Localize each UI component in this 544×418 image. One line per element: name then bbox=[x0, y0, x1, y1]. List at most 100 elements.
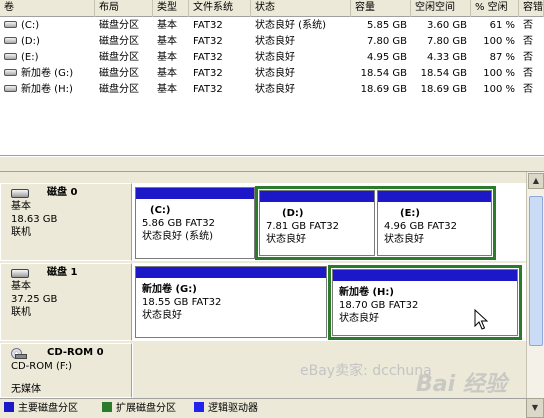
mouse-pointer-icon bbox=[474, 309, 488, 330]
primary-partition-bar bbox=[136, 188, 254, 199]
cell-capacity: 18.69 GB bbox=[360, 84, 407, 95]
disk-name: CD-ROM 0 bbox=[47, 347, 104, 358]
cell-name: 新加卷 (G:) bbox=[0, 65, 95, 82]
cell-free: 7.80 GB bbox=[426, 36, 467, 47]
table-row[interactable]: (E:) 磁盘分区 基本 FAT32 状态良好 4.95 GB 4.33 GB 87 % 否 bbox=[0, 49, 544, 66]
volume-name: (D:) bbox=[21, 36, 40, 47]
partition-size: 5.86 GB FAT32 bbox=[142, 218, 215, 229]
hard-disk-icon bbox=[11, 189, 29, 198]
partition-label: 新加卷 (H:) bbox=[339, 287, 394, 298]
cell-layout: 磁盘分区 bbox=[99, 68, 139, 79]
drive-icon bbox=[4, 52, 17, 60]
column-header-type[interactable]: 类型 bbox=[153, 0, 189, 17]
logical-drive-bar bbox=[333, 270, 517, 281]
table-row[interactable]: (D:) 磁盘分区 基本 FAT32 状态良好 7.80 GB 7.80 GB 100 % 否 bbox=[0, 33, 544, 50]
cd-rom-icon bbox=[11, 348, 27, 359]
partition-status: 状态良好 bbox=[339, 313, 379, 324]
cell-layout: 磁盘分区 bbox=[99, 52, 139, 63]
cell-status: 状态良好 bbox=[255, 36, 295, 47]
disk-row-0: 磁盘 0 基本 18.63 GB 联机 (C:) 5.86 GB FAT32 状… bbox=[0, 183, 526, 261]
cell-fault: 否 bbox=[523, 20, 533, 31]
partition-d[interactable]: (D:) 7.81 GB FAT32 状态良好 bbox=[259, 190, 375, 256]
cell-free: 18.54 GB bbox=[420, 68, 467, 79]
cell-fs: FAT32 bbox=[193, 52, 223, 63]
cell-fs: FAT32 bbox=[193, 84, 223, 95]
disk-size: 37.25 GB bbox=[11, 294, 58, 305]
ebay-watermark: eBay卖家: dcchuna bbox=[300, 363, 432, 379]
cell-status: 状态良好 bbox=[255, 68, 295, 79]
disk-info-1[interactable]: 磁盘 1 基本 37.25 GB 联机 bbox=[0, 263, 132, 341]
table-row[interactable]: (C:) 磁盘分区 基本 FAT32 状态良好 (系统) 5.85 GB 3.60 GB 61… bbox=[0, 17, 544, 34]
partition-size: 7.81 GB FAT32 bbox=[266, 221, 339, 232]
legend-swatch bbox=[4, 402, 14, 412]
column-header-fault-tolerance[interactable]: 容错 bbox=[519, 0, 544, 17]
legend-swatch bbox=[194, 402, 204, 412]
cdrom-drive-letter: (F:) bbox=[55, 361, 73, 372]
cell-type: 基本 bbox=[157, 36, 177, 47]
table-row[interactable]: 新加卷 (H:) 磁盘分区 基本 FAT32 状态良好 18.69 GB 18.69 GB 1… bbox=[0, 81, 544, 98]
partition-label: (C:) bbox=[150, 205, 171, 216]
volume-name: (E:) bbox=[21, 52, 39, 63]
pane-splitter[interactable] bbox=[0, 156, 544, 172]
partition-g[interactable]: 新加卷 (G:) 18.55 GB FAT32 状态良好 bbox=[135, 266, 327, 338]
partition-size: 18.70 GB FAT32 bbox=[339, 300, 419, 311]
cell-free: 3.60 GB bbox=[426, 20, 467, 31]
legend-label: 主要磁盘分区 bbox=[18, 403, 78, 414]
drive-icon bbox=[4, 84, 17, 92]
cell-fault: 否 bbox=[523, 68, 533, 79]
legend-extended-partition: 扩展磁盘分区 bbox=[102, 402, 176, 415]
partition-size: 18.55 GB FAT32 bbox=[142, 297, 222, 308]
scroll-down-icon[interactable]: ▼ bbox=[526, 398, 544, 418]
disk-name: 磁盘 0 bbox=[47, 187, 78, 198]
disk-type: 基本 bbox=[11, 281, 31, 292]
partition-status: 状态良好 bbox=[142, 310, 182, 321]
legend-label: 逻辑驱动器 bbox=[208, 403, 258, 414]
cell-layout: 磁盘分区 bbox=[99, 36, 139, 47]
cell-free: 18.69 GB bbox=[420, 84, 467, 95]
column-header-capacity[interactable]: 容量 bbox=[351, 0, 411, 17]
column-header-free-space[interactable]: 空闲空间 bbox=[411, 0, 471, 17]
disk-type: 基本 bbox=[11, 201, 31, 212]
disk-size: 18.63 GB bbox=[11, 214, 58, 225]
cell-type: 基本 bbox=[157, 68, 177, 79]
partition-e[interactable]: (E:) 4.96 GB FAT32 状态良好 bbox=[377, 190, 492, 256]
volume-list[interactable]: 卷 布局 类型 文件系统 状态 容量 空闲空间 % 空闲 容错 (C:) 磁盘分区… bbox=[0, 0, 544, 156]
cell-fs: FAT32 bbox=[193, 68, 223, 79]
column-header-percent-free[interactable]: % 空闲 bbox=[471, 0, 519, 17]
scrollbar-thumb[interactable] bbox=[529, 196, 543, 346]
column-header-status[interactable]: 状态 bbox=[251, 0, 351, 17]
column-header-filesystem[interactable]: 文件系统 bbox=[189, 0, 251, 17]
cell-status: 状态良好 bbox=[255, 84, 295, 95]
cell-pct: 87 % bbox=[489, 52, 515, 63]
disk-info-cdrom[interactable]: CD-ROM 0 CD-ROM (F:) 无媒体 bbox=[0, 343, 132, 398]
partition-c[interactable]: (C:) 5.86 GB FAT32 状态良好 (系统) bbox=[135, 187, 255, 259]
column-header-layout[interactable]: 布局 bbox=[95, 0, 153, 17]
cell-fault: 否 bbox=[523, 36, 533, 47]
partition-label: (E:) bbox=[400, 208, 420, 219]
logical-drive-bar bbox=[260, 191, 374, 202]
scroll-up-icon[interactable]: ▲ bbox=[528, 173, 544, 189]
partition-label: (D:) bbox=[282, 208, 304, 219]
disk-info-0[interactable]: 磁盘 0 基本 18.63 GB 联机 bbox=[0, 183, 132, 261]
partition-status: 状态良好 (系统) bbox=[142, 231, 213, 242]
disk-state: 联机 bbox=[11, 227, 31, 238]
cell-pct: 100 % bbox=[483, 84, 515, 95]
table-row[interactable]: 新加卷 (G:) 磁盘分区 基本 FAT32 状态良好 18.54 GB 18.54 GB 1… bbox=[0, 65, 544, 82]
legend-logical-drive: 逻辑驱动器 bbox=[194, 402, 258, 415]
logical-drive-bar bbox=[378, 191, 491, 202]
cell-name: (D:) bbox=[0, 33, 95, 50]
cell-capacity: 5.85 GB bbox=[366, 20, 407, 31]
cell-type: 基本 bbox=[157, 20, 177, 31]
disk-name: 磁盘 1 bbox=[47, 267, 78, 278]
column-header-volume[interactable]: 卷 bbox=[0, 0, 95, 17]
legend-primary-partition: 主要磁盘分区 bbox=[4, 402, 78, 415]
legend-label: 扩展磁盘分区 bbox=[116, 403, 176, 414]
partition-h[interactable]: 新加卷 (H:) 18.70 GB FAT32 状态良好 bbox=[332, 269, 518, 336]
volume-name: 新加卷 (H:) bbox=[21, 84, 73, 95]
partition-status: 状态良好 bbox=[384, 234, 424, 245]
vertical-scrollbar[interactable]: ▲ bbox=[526, 172, 544, 398]
cell-free: 4.33 GB bbox=[426, 52, 467, 63]
disk-type: CD-ROM (F:) bbox=[11, 360, 131, 373]
cell-fs: FAT32 bbox=[193, 36, 223, 47]
legend-swatch bbox=[102, 402, 112, 412]
